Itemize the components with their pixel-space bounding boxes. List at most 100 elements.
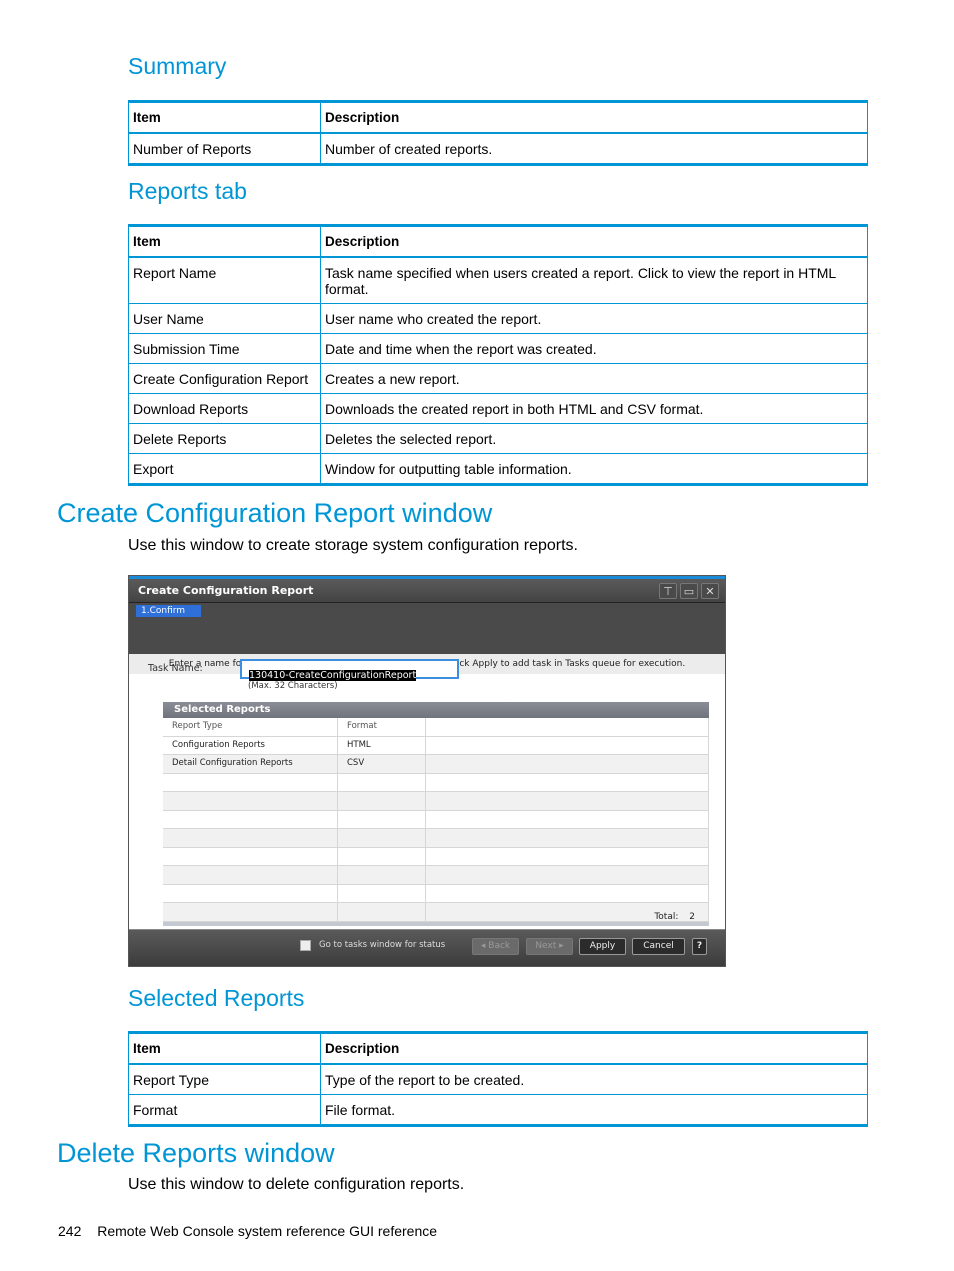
column-header: Description: [320, 1032, 868, 1065]
summary-table: Item Description Number of Reports Numbe…: [128, 100, 868, 166]
task-name-label: Task Name:: [148, 663, 203, 674]
reports-tab-table: Item Description Report Name Task name sp…: [128, 224, 868, 486]
format-cell: HTML: [338, 736, 426, 754]
item-cell: Report Name: [128, 256, 321, 304]
selected-reports-grid: Report Type Format Configuration Reports…: [163, 718, 709, 922]
task-name-value[interactable]: 130410-CreateConfigurationReport: [249, 670, 417, 681]
empty-grid-row: [163, 773, 709, 792]
cancel-button[interactable]: Cancel: [632, 938, 685, 955]
selected-reports-heading: Selected Reports: [128, 985, 305, 1011]
empty-grid-row: [163, 847, 709, 866]
grid-row[interactable]: Detail Configuration Reports CSV: [163, 755, 709, 774]
column-header: Item: [128, 1032, 321, 1065]
table-row: Export Window for outputting table inform…: [128, 453, 868, 486]
format-cell: CSV: [338, 755, 426, 773]
selected-reports-title: Selected Reports: [163, 702, 709, 718]
column-header: Item: [128, 101, 321, 134]
description-cell: Downloads the created report in both HTM…: [320, 393, 868, 424]
selected-reports-panel: Selected Reports Report Type Format Conf…: [163, 702, 709, 926]
item-cell: User Name: [128, 303, 321, 334]
table-header-row: Item Description: [128, 101, 868, 134]
column-header: Description: [320, 101, 868, 134]
page-number: 242: [58, 1223, 82, 1239]
page-footer: 242 Remote Web Console system reference …: [58, 1223, 437, 1239]
table-row: Delete Reports Deletes the selected repor…: [128, 423, 868, 454]
wizard-steps: 1.Confirm: [129, 603, 725, 654]
total-label: Total:: [654, 912, 679, 922]
item-cell: Create Configuration Report: [128, 363, 321, 394]
report-type-cell: Configuration Reports: [163, 736, 338, 754]
total-value: 2: [689, 912, 695, 922]
item-cell: Report Type: [128, 1063, 321, 1095]
description-cell: Creates a new report.: [320, 363, 868, 394]
empty-cell: [426, 736, 709, 754]
chevron-left-icon: ◂: [480, 941, 486, 951]
help-button[interactable]: ?: [692, 938, 707, 955]
report-type-cell: Detail Configuration Reports: [163, 755, 338, 773]
chevron-right-icon: ▸: [559, 941, 564, 951]
column-header-report-type[interactable]: Report Type: [163, 718, 338, 736]
description-cell: Number of created reports.: [320, 132, 868, 166]
column-header: Item: [128, 225, 321, 258]
task-name-input[interactable]: 130410-CreateConfigurationReport: [240, 659, 459, 681]
description-cell: Type of the report to be created.: [320, 1063, 868, 1095]
dialog-titlebar: Create Configuration Report ⊤ ▭ ✕: [129, 579, 725, 603]
table-header-row: Item Description: [128, 1032, 868, 1065]
empty-grid-row: [163, 884, 709, 903]
table-row: Number of Reports Number of created repo…: [128, 132, 868, 166]
column-header-empty: [426, 718, 709, 736]
total-count: Total: 2: [654, 912, 695, 922]
grid-row[interactable]: Configuration Reports HTML: [163, 736, 709, 755]
item-cell: Format: [128, 1094, 321, 1127]
create-config-report-dialog: Create Configuration Report ⊤ ▭ ✕ 1.Conf…: [128, 575, 726, 967]
empty-grid-row: [163, 866, 709, 885]
pin-icon[interactable]: ⊤: [659, 583, 677, 599]
description-cell: File format.: [320, 1094, 868, 1127]
empty-cell: [426, 755, 709, 773]
summary-heading: Summary: [128, 53, 227, 79]
item-cell: Delete Reports: [128, 423, 321, 454]
item-cell: Number of Reports: [128, 132, 321, 166]
table-row: Report Type Type of the report to be crea…: [128, 1063, 868, 1095]
table-row: Download Reports Downloads the created re…: [128, 393, 868, 424]
item-cell: Submission Time: [128, 333, 321, 364]
empty-grid-row: [163, 792, 709, 811]
table-row: Report Name Task name specified when user…: [128, 256, 868, 304]
description-cell: User name who created the report.: [320, 303, 868, 334]
item-cell: Export: [128, 453, 321, 486]
table-row: Submission Time Date and time when the re…: [128, 333, 868, 364]
empty-grid-row: [163, 810, 709, 829]
delete-reports-intro: Use this window to delete configuration …: [128, 1176, 465, 1193]
go-to-tasks-checkbox[interactable]: [300, 940, 311, 951]
apply-button[interactable]: Apply: [579, 938, 626, 955]
grid-header-row: Report Type Format: [163, 718, 709, 737]
create-config-report-heading: Create Configuration Report window: [57, 498, 493, 528]
dialog-footer: Go to tasks window for status ◂ Back Nex…: [129, 929, 725, 966]
close-icon[interactable]: ✕: [701, 583, 719, 599]
table-row: Create Configuration Report Creates a new…: [128, 363, 868, 394]
selected-reports-table: Item Description Report Type Type of the …: [128, 1031, 868, 1127]
description-cell: Date and time when the report was create…: [320, 333, 868, 364]
next-button[interactable]: Next ▸: [526, 938, 573, 955]
empty-grid-row: [163, 903, 709, 922]
back-button[interactable]: ◂ Back: [472, 938, 519, 955]
column-header-format[interactable]: Format: [338, 718, 426, 736]
table-row: User Name User name who created the repor…: [128, 303, 868, 334]
description-cell: Task name specified when users created a…: [320, 256, 868, 304]
table-row: Format File format.: [128, 1094, 868, 1127]
footer-text: Remote Web Console system reference GUI …: [97, 1223, 438, 1239]
step-confirm: 1.Confirm: [136, 605, 201, 617]
item-cell: Download Reports: [128, 393, 321, 424]
description-cell: Window for outputting table information.: [320, 453, 868, 486]
dialog-title: Create Configuration Report: [138, 584, 314, 597]
reports-tab-heading: Reports tab: [128, 178, 247, 204]
table-header-row: Item Description: [128, 225, 868, 258]
create-config-report-intro: Use this window to create storage system…: [128, 537, 578, 554]
description-cell: Deletes the selected report.: [320, 423, 868, 454]
maximize-icon[interactable]: ▭: [680, 583, 698, 599]
empty-grid-row: [163, 829, 709, 848]
delete-reports-heading: Delete Reports window: [57, 1138, 335, 1168]
go-to-tasks-label[interactable]: Go to tasks window for status: [319, 940, 445, 950]
column-header: Description: [320, 225, 868, 258]
task-name-hint: (Max. 32 Characters): [248, 681, 338, 691]
